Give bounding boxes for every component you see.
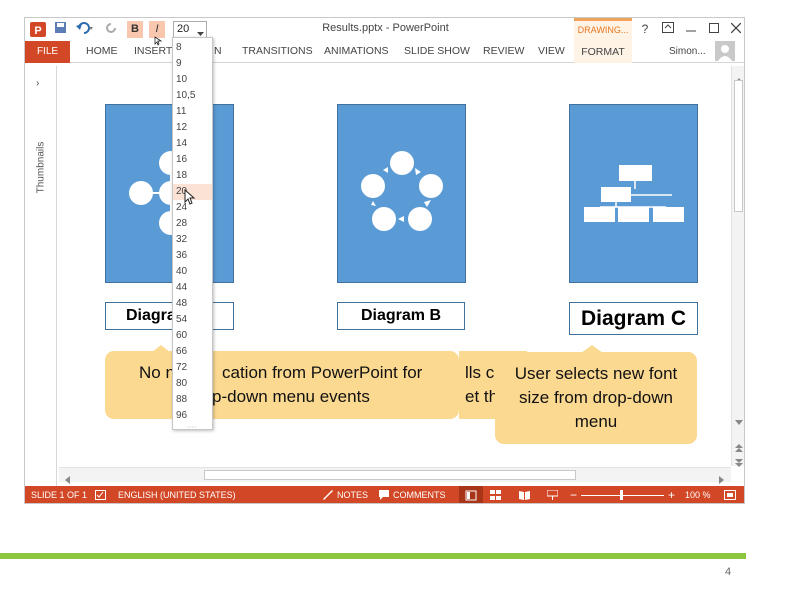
fit-slide-icon[interactable] xyxy=(724,490,736,502)
callout-pointer xyxy=(151,345,171,353)
avatar[interactable] xyxy=(715,41,735,61)
diagram-c-shape[interactable] xyxy=(569,104,698,283)
font-size-option[interactable]: 11 xyxy=(173,104,212,120)
maximize-icon[interactable] xyxy=(705,21,723,38)
tab-slide-show[interactable]: SLIDE SHOW xyxy=(404,45,470,57)
font-size-option[interactable]: 96 xyxy=(173,408,212,424)
tab-format[interactable]: FORMAT xyxy=(574,41,632,63)
notes-icon[interactable] xyxy=(323,490,333,502)
font-size-dropdown-list[interactable]: 8 9 10 10,5 11 12 14 16 18 20 24 28 32 36 40 44 48 54 60 66… xyxy=(172,37,213,431)
reading-view-icon[interactable] xyxy=(519,490,530,502)
status-bar: SLIDE 1 OF 1 ENGLISH (UNITED STATES) NOT… xyxy=(25,486,744,503)
drawing-tools-context-label: DRAWING... xyxy=(574,18,632,41)
callout-2-line2: et th xyxy=(465,387,499,406)
powerpoint-window: P B I 20 Results.pptx - PowerPoint DRAWI… xyxy=(24,17,745,504)
font-size-option[interactable]: 44 xyxy=(173,280,212,296)
callout-1-line1-a: No n xyxy=(139,363,175,382)
page-number: 4 xyxy=(725,566,732,578)
font-size-option[interactable]: 10,5 xyxy=(173,88,212,104)
diagram-b-shape[interactable] xyxy=(337,104,466,283)
font-size-option[interactable]: 16 xyxy=(173,152,212,168)
tab-view[interactable]: VIEW xyxy=(538,45,565,57)
comments-button[interactable]: COMMENTS xyxy=(393,490,446,500)
font-size-option[interactable]: 8 xyxy=(173,40,212,56)
notes-button[interactable]: NOTES xyxy=(337,490,368,500)
zoom-out-icon[interactable]: − xyxy=(570,488,577,502)
tab-review[interactable]: REVIEW xyxy=(483,45,524,57)
callout-3-text: User selects new font size from drop-dow… xyxy=(514,364,678,431)
ribbon-tab-bar: FILE HOME INSERT N TRANSITIONS ANIMATION… xyxy=(25,41,744,63)
font-size-option[interactable]: 14 xyxy=(173,136,212,152)
title-bar: P B I 20 Results.pptx - PowerPoint DRAWI… xyxy=(25,18,744,41)
mouse-cursor-icon xyxy=(184,188,196,210)
thumbnails-label[interactable]: Thumbnails xyxy=(36,122,47,214)
horizontal-scroll-thumb[interactable] xyxy=(204,470,576,480)
callout-3[interactable]: User selects new font size from drop-dow… xyxy=(495,345,697,444)
close-icon[interactable] xyxy=(727,21,744,38)
font-size-option[interactable]: 66 xyxy=(173,344,212,360)
horizontal-scrollbar[interactable] xyxy=(59,467,731,484)
user-name[interactable]: Simon... xyxy=(669,46,706,57)
font-size-option[interactable]: 32 xyxy=(173,232,212,248)
spelling-check-icon[interactable] xyxy=(95,490,106,502)
callout-1[interactable]: No n cation from PowerPoint for p-down m… xyxy=(105,345,459,419)
tab-design[interactable]: N xyxy=(214,45,222,57)
font-size-option[interactable]: 28 xyxy=(173,216,212,232)
dropdown-resize-grip-icon[interactable]: ···· xyxy=(187,424,196,431)
tab-home[interactable]: HOME xyxy=(86,45,118,57)
thumbnails-pane: › Thumbnails xyxy=(25,66,57,486)
help-icon[interactable]: ? xyxy=(636,21,654,38)
expand-thumbnails-icon[interactable]: › xyxy=(36,78,39,89)
callout-pointer xyxy=(581,345,603,353)
ribbon-display-options-icon[interactable] xyxy=(659,21,677,38)
zoom-slider-handle[interactable] xyxy=(620,490,623,500)
normal-view-icon[interactable] xyxy=(459,486,483,503)
font-size-option[interactable]: 60 xyxy=(173,328,212,344)
font-size-option[interactable]: 54 xyxy=(173,312,212,328)
minimize-icon[interactable] xyxy=(682,21,700,38)
slide-counter[interactable]: SLIDE 1 OF 1 xyxy=(31,490,87,500)
font-size-option[interactable]: 40 xyxy=(173,264,212,280)
font-size-option[interactable]: 10 xyxy=(173,72,212,88)
diagram-c-label[interactable]: Diagram C xyxy=(569,302,698,335)
font-size-option[interactable]: 12 xyxy=(173,120,212,136)
slide-show-view-icon[interactable] xyxy=(546,489,559,502)
font-size-option[interactable]: 18 xyxy=(173,168,212,184)
hub-spoke-icon xyxy=(129,151,201,235)
callout-1-line1-b: cation from PowerPoint for xyxy=(222,363,423,382)
callout-1-line2-b: p-down menu events xyxy=(212,387,370,406)
tab-file[interactable]: FILE xyxy=(25,41,70,63)
font-size-option[interactable]: 72 xyxy=(173,360,212,376)
zoom-level[interactable]: 100 % xyxy=(685,490,711,500)
zoom-in-icon[interactable]: + xyxy=(668,488,675,502)
next-slide-icon[interactable] xyxy=(735,454,743,472)
diagram-a-label[interactable]: Diagra xyxy=(105,302,234,330)
tab-transitions[interactable]: TRANSITIONS xyxy=(242,45,313,57)
diagram-a-shape[interactable] xyxy=(105,104,234,283)
cycle-icon xyxy=(361,151,443,231)
vertical-scroll-thumb[interactable] xyxy=(734,80,743,212)
language-indicator[interactable]: ENGLISH (UNITED STATES) xyxy=(118,490,236,500)
font-size-option[interactable]: 80 xyxy=(173,376,212,392)
font-size-option[interactable]: 9 xyxy=(173,56,212,72)
footer-accent-line xyxy=(0,553,746,559)
callout-2-line1: lls c xyxy=(465,363,495,382)
font-size-option[interactable]: 88 xyxy=(173,392,212,408)
diagram-b-label[interactable]: Diagram B xyxy=(337,302,465,330)
slide-sorter-view-icon[interactable] xyxy=(490,490,501,502)
font-size-option[interactable]: 48 xyxy=(173,296,212,312)
vertical-scrollbar[interactable] xyxy=(731,66,744,467)
comments-icon[interactable] xyxy=(379,490,389,502)
font-size-option[interactable]: 36 xyxy=(173,248,212,264)
slide-canvas[interactable]: Diagra Diagram B Diagram C No n cation f… xyxy=(59,66,731,466)
mouse-cursor-icon xyxy=(154,33,163,51)
hierarchy-icon xyxy=(584,165,684,222)
scroll-down-icon[interactable] xyxy=(735,412,743,430)
tab-animations[interactable]: ANIMATIONS xyxy=(324,45,389,57)
